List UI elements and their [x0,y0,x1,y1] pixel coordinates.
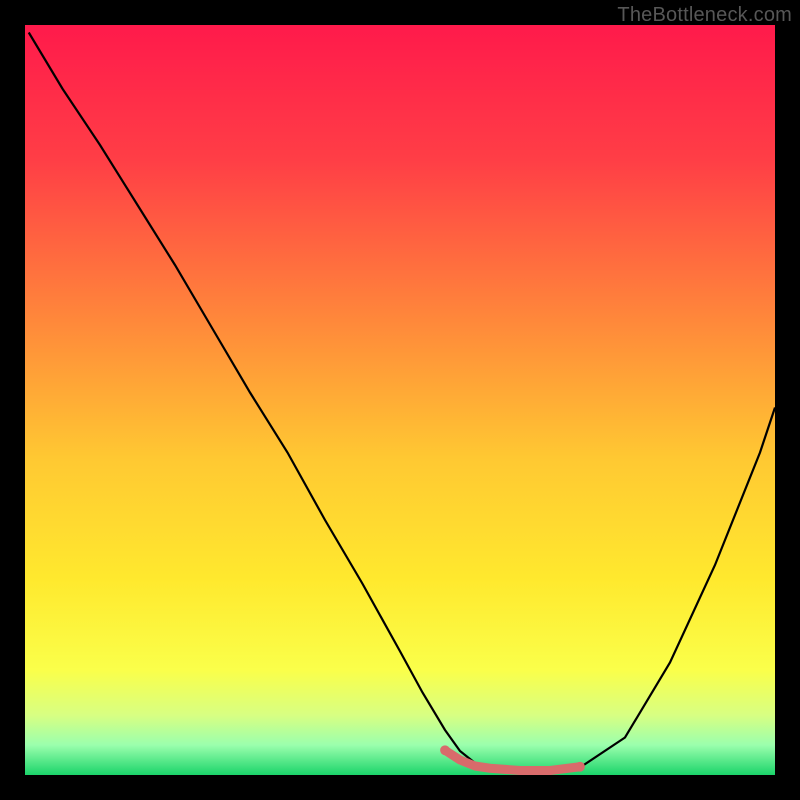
curve-layer [25,25,775,775]
optimal-range-endpoint [440,745,450,755]
optimal-range-marker [445,750,580,770]
watermark-text: TheBottleneck.com [617,4,792,27]
plot-area [25,25,775,775]
chart-frame: TheBottleneck.com [0,0,800,800]
bottleneck-curve [29,33,775,773]
optimal-range-endpoint [575,762,585,772]
